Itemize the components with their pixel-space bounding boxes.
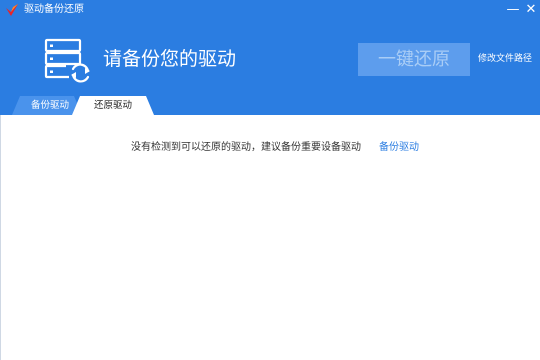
server-restore-icon bbox=[44, 38, 90, 83]
left-border bbox=[0, 115, 1, 360]
window-title: 驱动备份还原 bbox=[24, 4, 84, 15]
header-banner: 驱动备份还原 — ✕ 请备份您的驱动 一键还原 修改文件路径 备份驱动 还原驱动 bbox=[0, 0, 540, 115]
title-bar: 驱动备份还原 — ✕ bbox=[0, 0, 540, 20]
change-file-path-link[interactable]: 修改文件路径 bbox=[478, 53, 532, 66]
empty-state-message: 没有检测到可以还原的驱动，建议备份重要设备驱动 bbox=[131, 142, 361, 153]
headline-text: 请备份您的驱动 bbox=[103, 48, 237, 70]
minimize-button[interactable]: — bbox=[505, 0, 521, 20]
one-click-restore-button[interactable]: 一键还原 bbox=[358, 43, 470, 76]
tab-bar: 备份驱动 还原驱动 bbox=[0, 96, 540, 115]
tab-restore-drivers[interactable]: 还原驱动 bbox=[72, 96, 154, 115]
tab-restore-label: 还原驱动 bbox=[93, 100, 132, 111]
driver-backup-restore-window: 驱动备份还原 — ✕ 请备份您的驱动 一键还原 修改文件路径 备份驱动 还原驱动… bbox=[0, 0, 540, 360]
backup-drivers-link[interactable]: 备份驱动 bbox=[379, 141, 419, 155]
close-button[interactable]: ✕ bbox=[523, 0, 539, 20]
app-logo-icon bbox=[6, 4, 18, 16]
